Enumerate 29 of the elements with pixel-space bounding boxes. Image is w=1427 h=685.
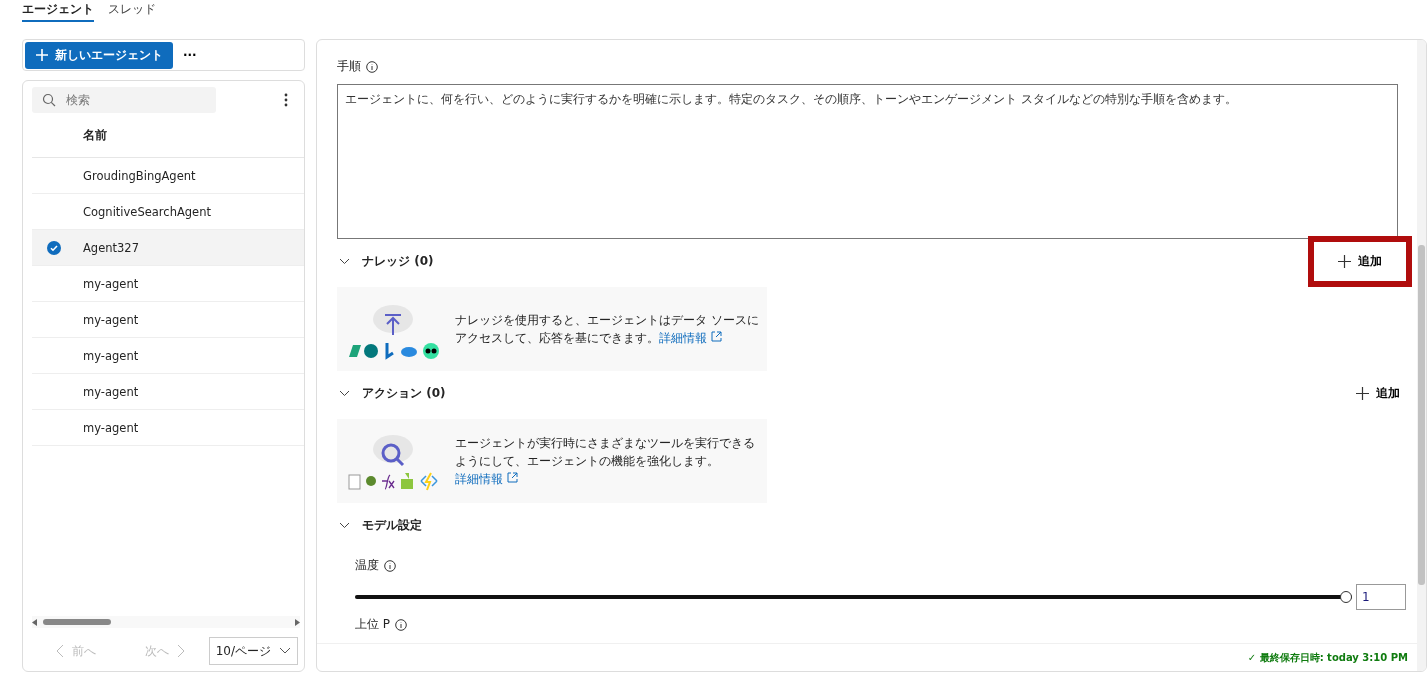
agent-row[interactable]: my-agent: [32, 302, 304, 338]
tab[interactable]: エージェント: [22, 0, 94, 22]
agent-row[interactable]: my-agent: [32, 338, 304, 374]
page-size-select[interactable]: 10/ページ: [208, 637, 298, 665]
tab[interactable]: スレッド: [108, 0, 156, 22]
field-label: 手順: [337, 58, 361, 75]
temperature-field[interactable]: 1: [1356, 584, 1406, 610]
search-field[interactable]: 検索: [32, 87, 216, 113]
info-text: エージェントが実行時にさまざまなツールを実行できるようにして、エージェントの機能を強化します。 詳細情報: [455, 435, 756, 488]
instructions-field[interactable]: エージェントに、何を行い、どのように実行するかを明確に示します。特定のタスク、その順序、トーンやエンゲージメント スタイルなどの特別な手順を含めます。: [337, 84, 1398, 239]
section-title: モデル設定: [362, 516, 422, 534]
agent-row[interactable]: my-agent: [32, 374, 304, 410]
agent-row[interactable]: GroudingBingAgent: [32, 158, 304, 194]
column-header: 名前: [83, 126, 107, 144]
add-button[interactable]: 追加: [1308, 235, 1412, 287]
more-button[interactable]: ···: [181, 48, 199, 62]
add-button[interactable]: 追加: [1344, 374, 1412, 412]
field-label: 温度: [355, 557, 379, 574]
agent-row[interactable]: Agent327: [32, 230, 304, 266]
new-agent-button[interactable]: 新しいエージェント: [25, 41, 173, 69]
save-status: ✓ 最終保存日時: today 3:10 PM: [1247, 650, 1408, 665]
agent-row[interactable]: my-agent: [32, 410, 304, 446]
section-title: ナレッジ (0): [362, 252, 434, 270]
learn-more-link[interactable]: 詳細情報: [659, 331, 722, 345]
info-text: ナレッジを使用すると、エージェントはデータ ソースにアクセスして、応答を基にできます。詳細情報: [455, 312, 759, 347]
learn-more-link[interactable]: 詳細情報: [455, 472, 518, 486]
field-label: 上位 P: [355, 616, 391, 633]
section-title: アクション (0): [362, 384, 446, 402]
agent-row[interactable]: my-agent: [32, 266, 304, 302]
